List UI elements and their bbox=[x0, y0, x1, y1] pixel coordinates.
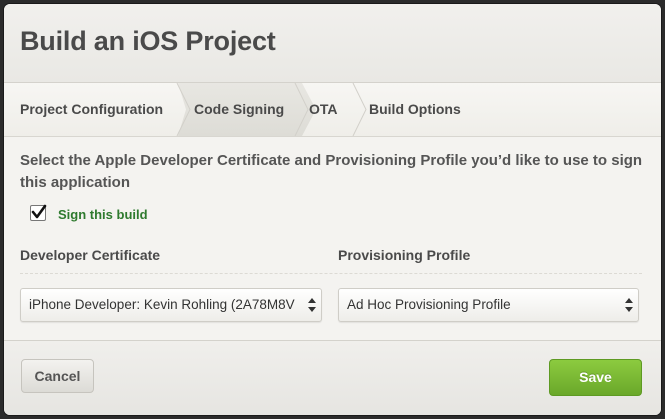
cancel-button[interactable]: Cancel bbox=[21, 359, 94, 393]
select-arrows-icon bbox=[308, 298, 316, 312]
tab-label: OTA bbox=[309, 101, 338, 117]
provisioning-profile-value: Ad Hoc Provisioning Profile bbox=[347, 297, 511, 312]
developer-certificate-select[interactable]: iPhone Developer: Kevin Rohling (2A78M8V bbox=[20, 288, 322, 322]
step-separator-icon bbox=[176, 83, 191, 136]
sign-build-checkbox[interactable] bbox=[30, 204, 47, 221]
tab-build-options[interactable]: Build Options bbox=[369, 83, 461, 136]
dialog-header: Build an iOS Project bbox=[4, 4, 661, 83]
developer-certificate-label: Developer Certificate bbox=[20, 247, 161, 263]
section-divider bbox=[20, 273, 642, 274]
sign-build-label: Sign this build bbox=[58, 207, 148, 222]
code-signing-panel: Select the Apple Developer Certificate a… bbox=[4, 137, 661, 340]
tab-label: Code Signing bbox=[194, 101, 285, 117]
dialog-footer: Cancel Save bbox=[4, 340, 661, 415]
developer-certificate-value: iPhone Developer: Kevin Rohling (2A78M8V bbox=[29, 297, 295, 312]
tab-label: Build Options bbox=[369, 101, 461, 117]
build-ios-project-dialog: Build an iOS Project Project Configurati… bbox=[4, 4, 661, 415]
step-separator-icon bbox=[352, 83, 367, 136]
step-separator-icon bbox=[294, 83, 309, 136]
checkmark-icon bbox=[31, 204, 47, 219]
dialog-title: Build an iOS Project bbox=[20, 26, 276, 56]
save-button[interactable]: Save bbox=[549, 359, 642, 396]
select-arrows-icon bbox=[625, 298, 633, 312]
tab-project-configuration[interactable]: Project Configuration bbox=[20, 83, 163, 136]
tab-ota[interactable]: OTA bbox=[309, 83, 338, 136]
wizard-steps: Project Configuration Code Signing OTA B… bbox=[4, 83, 661, 137]
tab-label: Project Configuration bbox=[20, 101, 164, 117]
instructions-text: Select the Apple Developer Certificate a… bbox=[20, 152, 643, 191]
provisioning-profile-select[interactable]: Ad Hoc Provisioning Profile bbox=[338, 288, 639, 322]
provisioning-profile-label: Provisioning Profile bbox=[338, 247, 471, 263]
